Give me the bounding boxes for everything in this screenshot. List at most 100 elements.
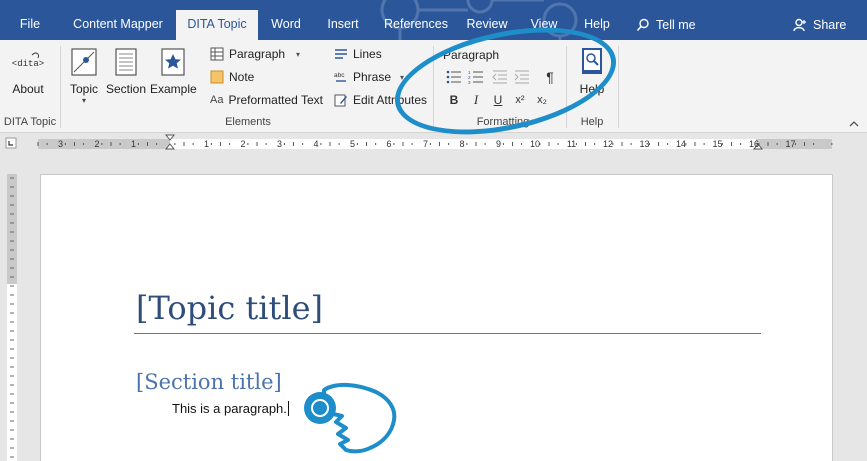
ribbon: <dita> About DITA Topic Topic ▾ Section …: [0, 40, 867, 133]
tell-me-label: Tell me: [656, 18, 696, 32]
underline-button[interactable]: U: [488, 90, 508, 110]
ruler-number: 2: [240, 139, 245, 149]
help-book-icon: [582, 48, 602, 74]
numbered-list-icon: 1 2 3: [468, 70, 483, 84]
increase-indent-button[interactable]: [512, 67, 532, 87]
share-button[interactable]: Share: [793, 10, 846, 40]
note-icon: [210, 70, 224, 84]
bold-button[interactable]: B: [444, 90, 464, 110]
increase-indent-icon: [514, 70, 529, 84]
ruler-number: 5: [350, 139, 355, 149]
tab-review[interactable]: Review: [460, 10, 514, 40]
tab-word[interactable]: Word: [262, 10, 310, 40]
svg-text:abc: abc: [334, 72, 345, 79]
pilcrow-button[interactable]: ¶: [540, 67, 560, 87]
tab-insert[interactable]: Insert: [318, 10, 368, 40]
share-label: Share: [813, 18, 847, 32]
section-icon: [115, 48, 137, 76]
vertical-ruler[interactable]: [0, 154, 24, 461]
group-separator: [433, 46, 434, 128]
preformatted-text-button[interactable]: Aa Preformatted Text: [210, 90, 323, 110]
paragraph-element-button[interactable]: Paragraph ▾: [210, 44, 300, 64]
chevron-down-icon: ▾: [81, 96, 86, 105]
group-separator: [566, 46, 567, 128]
help-button-label: Help: [579, 82, 605, 96]
tab-view[interactable]: View: [524, 10, 564, 40]
preformatted-text-label: Preformatted Text: [228, 93, 323, 107]
tell-me-search[interactable]: Tell me: [636, 10, 696, 40]
lines-button[interactable]: Lines: [334, 44, 382, 64]
paragraph-text-content: This is a paragraph.: [172, 401, 287, 416]
section-label: Section: [106, 82, 147, 96]
chevron-down-icon: ▾: [296, 49, 301, 59]
tab-help[interactable]: Help: [576, 10, 618, 40]
group-label-dita-topic: DITA Topic: [3, 116, 57, 128]
phrase-label: Phrase: [353, 70, 392, 84]
group-label-formatting: Formatting: [476, 116, 530, 128]
horizontal-ruler[interactable]: 3 2 1 1 2 3 4 5 6 7 8 9 10 11 12 13 14 15 16 17: [0, 134, 867, 154]
ruler-number: 17: [785, 139, 795, 149]
chevron-down-icon: ▾: [400, 72, 405, 82]
table-icon: [210, 47, 224, 61]
edit-attributes-button[interactable]: Edit Attributes: [334, 90, 427, 110]
formatting-paragraph-heading: Paragraph: [443, 48, 500, 62]
example-label: Example: [150, 82, 197, 96]
decrease-indent-icon: [492, 70, 507, 84]
ruler-number: 3: [277, 139, 282, 149]
bullet-list-icon: [446, 70, 461, 84]
svg-text:3: 3: [468, 80, 471, 84]
vertical-ruler-scale: [7, 174, 17, 461]
font-size-icon: Aa: [210, 94, 224, 106]
ruler-number: 12: [603, 139, 613, 149]
phrase-icon: abc: [334, 72, 346, 82]
ruler-number: 6: [386, 139, 391, 149]
paragraph-element-label: Paragraph: [229, 47, 286, 61]
document-page[interactable]: [Topic title] [Section title] This is a …: [40, 174, 833, 461]
topic-label: Topic: [69, 82, 98, 96]
group-separator: [618, 46, 619, 128]
section-title[interactable]: [Section title]: [136, 370, 282, 394]
example-button[interactable]: Example: [150, 46, 197, 96]
group-separator: [60, 46, 61, 128]
tab-dita-topic[interactable]: DITA Topic: [176, 10, 258, 40]
group-label-help: Help: [580, 116, 604, 128]
section-button[interactable]: Section: [106, 46, 146, 96]
paragraph-text[interactable]: This is a paragraph.: [172, 401, 289, 416]
superscript-button[interactable]: x²: [510, 90, 530, 110]
about-label: About: [12, 82, 44, 96]
note-button[interactable]: Note: [210, 67, 254, 87]
ruler-number: 15: [712, 139, 722, 149]
tab-content-mapper[interactable]: Content Mapper: [62, 10, 174, 40]
bullet-list-button[interactable]: [444, 67, 464, 87]
about-button[interactable]: <dita> About: [6, 46, 50, 96]
title-underline: [134, 333, 761, 334]
numbered-list-button[interactable]: 1 2 3: [466, 67, 486, 87]
ribbon-tab-bar: File Content Mapper DITA Topic Word Inse…: [0, 0, 867, 40]
ruler-number: 1: [131, 139, 136, 149]
topic-title[interactable]: [Topic title]: [136, 289, 323, 327]
topic-button[interactable]: Topic ▾: [66, 46, 102, 106]
ruler-number: 4: [313, 139, 318, 149]
text-cursor: [287, 401, 289, 416]
decrease-indent-button[interactable]: [490, 67, 510, 87]
note-label: Note: [229, 70, 255, 84]
ruler-number: 16: [749, 139, 759, 149]
tab-selector-icon[interactable]: [5, 137, 17, 149]
topic-icon: [71, 48, 97, 76]
horizontal-ruler-scale: 3 2 1 1 2 3 4 5 6 7 8 9 10 11 12 13 14 15 16 17: [5, 134, 833, 150]
ruler-number: 3: [58, 139, 63, 149]
group-label-elements: Elements: [225, 116, 271, 128]
tab-file[interactable]: File: [10, 10, 50, 40]
lightbulb-icon: [636, 18, 649, 32]
ruler-number: 9: [496, 139, 501, 149]
tab-references[interactable]: References: [378, 10, 454, 40]
phrase-button[interactable]: abc Phrase ▾: [334, 67, 404, 87]
help-button[interactable]: Help: [574, 46, 610, 96]
ruler-number: 11: [567, 139, 576, 149]
ruler-number: 1: [204, 139, 209, 149]
collapse-ribbon-icon[interactable]: [847, 117, 861, 131]
subscript-button[interactable]: x₂: [532, 90, 552, 110]
svg-text:<dita>: <dita>: [12, 59, 44, 69]
italic-button[interactable]: I: [466, 90, 486, 110]
ruler-number: 14: [676, 139, 686, 149]
